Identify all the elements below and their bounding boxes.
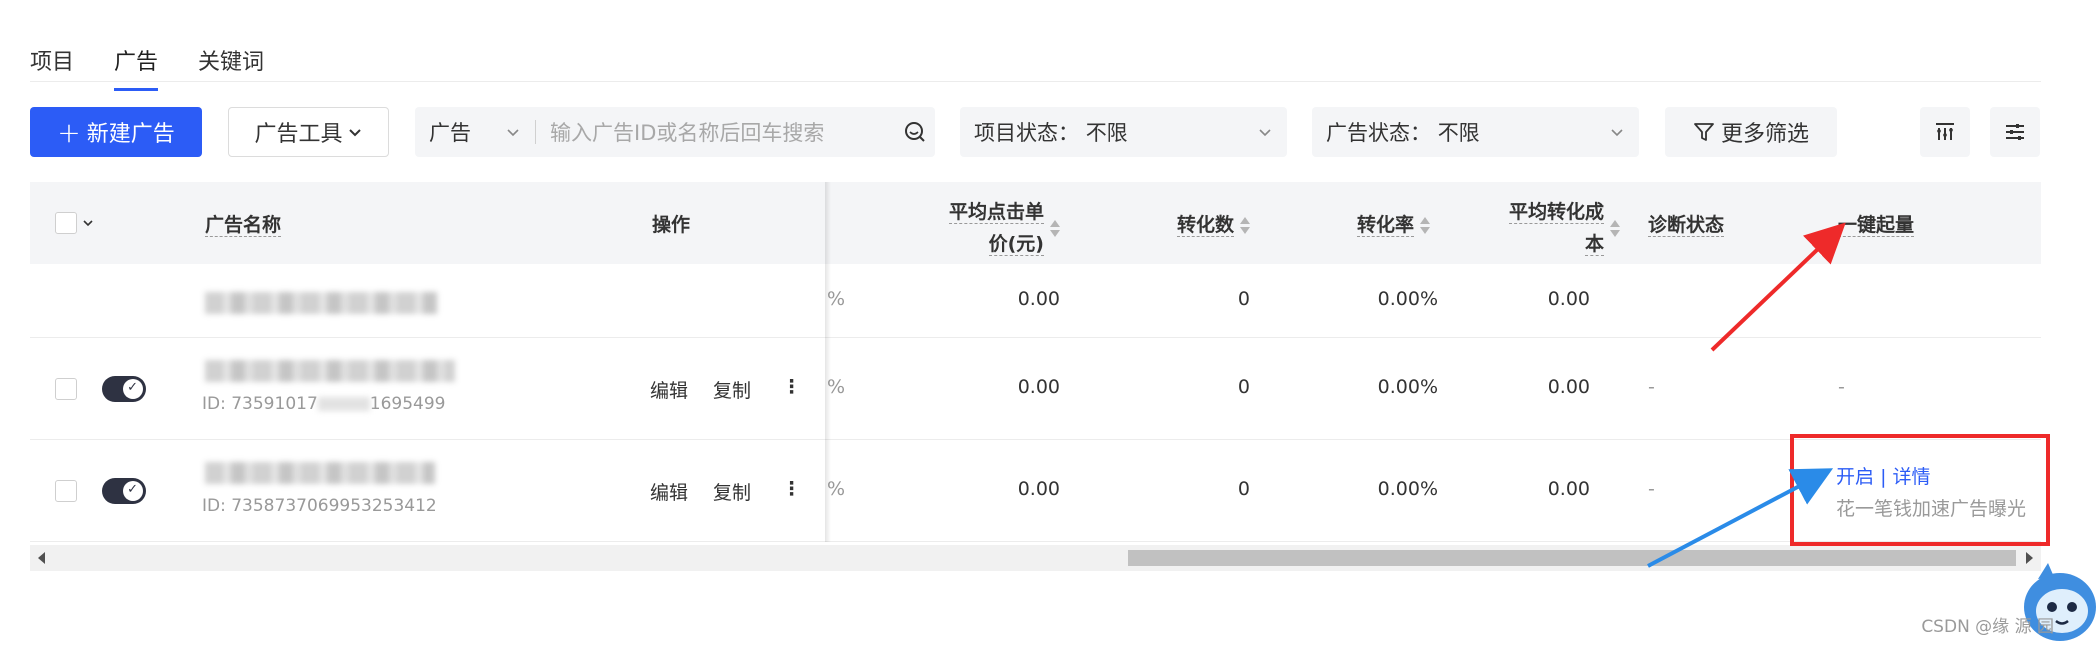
check-icon: ✓ <box>127 482 138 497</box>
annotation-arrows <box>1647 222 1846 568</box>
watermark: CSDN @缘 源 园 <box>1921 617 2054 637</box>
blue-arrow <box>1647 468 1834 568</box>
red-arrow <box>1710 222 1846 352</box>
check-icon: ✓ <box>127 380 138 395</box>
